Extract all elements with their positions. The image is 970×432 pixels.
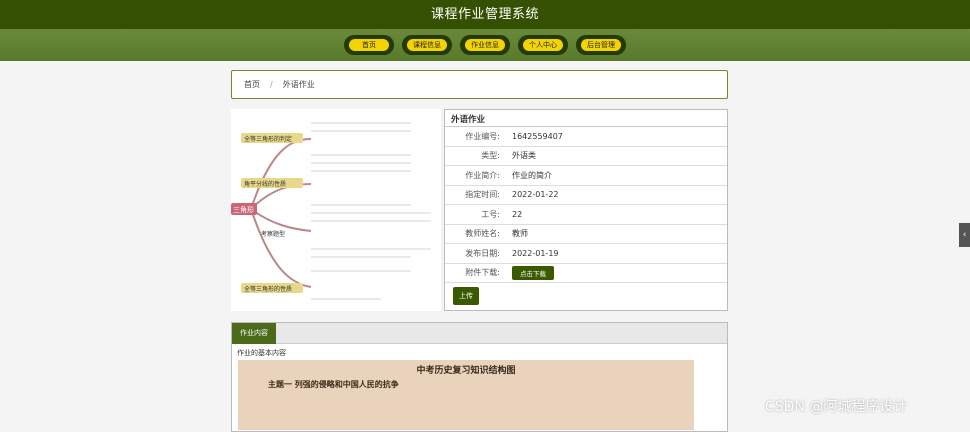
nav-course-info-label: 课程信息 [407, 39, 447, 51]
info-title: 外语作业 [445, 110, 727, 127]
nav-personal-center[interactable]: 个人中心 [518, 35, 568, 55]
side-toggle-button[interactable]: ‹ [959, 223, 970, 247]
info-key: 工号: [481, 209, 500, 219]
nav-personal-center-label: 个人中心 [523, 39, 563, 51]
breadcrumb-separator: / [270, 80, 273, 89]
nav-homework-info-label: 作业信息 [465, 39, 505, 51]
mindmap-branch-3: 考察题型 [261, 230, 285, 238]
mindmap-branch-2: 角平分线的性质 [244, 180, 286, 188]
info-row: 作业简介: 作业的简介 [445, 166, 727, 186]
info-key: 类型: [481, 151, 500, 161]
content-tab-bar: 作业内容 [232, 323, 727, 344]
info-key: 教师姓名: [465, 229, 500, 239]
upload-button[interactable]: 上传 [453, 287, 479, 305]
homework-cover-image: 三角形 全等三角形的判定 角平分线的性质 考察题型 全等三角形的性质 [231, 109, 441, 311]
nav-course-info[interactable]: 课程信息 [402, 35, 452, 55]
info-value: 2022-01-22 [512, 190, 559, 200]
info-row: 作业编号: 1642559407 [445, 127, 727, 147]
info-key: 作业简介: [465, 170, 500, 180]
info-value: 外语类 [512, 151, 536, 161]
tab-homework-content[interactable]: 作业内容 [232, 323, 276, 344]
info-row: 指定时间: 2022-01-22 [445, 186, 727, 205]
info-value: 1642559407 [512, 131, 563, 141]
main-nav: 首页 课程信息 作业信息 个人中心 后台管理 [0, 29, 970, 61]
attachment-row: 附件下载: 点击下载 [445, 264, 727, 283]
attachment-label: 附件下载: [465, 268, 500, 278]
breadcrumb: 首页 / 外语作业 [231, 70, 728, 99]
info-value: 22 [512, 209, 523, 219]
breadcrumb-current: 外语作业 [282, 80, 315, 89]
download-button[interactable]: 点击下载 [512, 265, 554, 280]
mindmap-branch-4: 全等三角形的性质 [244, 285, 292, 293]
mindmap-branch-1: 全等三角形的判定 [244, 135, 292, 143]
site-title: 课程作业管理系统 [430, 7, 539, 22]
homework-content-panel: 作业内容 作业的基本内容 中考历史复习知识结构图 主题一 列强的侵略和中国人民的… [231, 322, 728, 432]
info-key: 发布日期: [465, 248, 500, 258]
info-value: 2022-01-19 [512, 248, 559, 258]
nav-admin-label: 后台管理 [581, 39, 621, 51]
nav-homework-info[interactable]: 作业信息 [460, 35, 510, 55]
info-value: 作业的简介 [512, 170, 552, 180]
info-row: 类型: 外语类 [445, 147, 727, 166]
info-row: 教师姓名: 教师 [445, 225, 727, 244]
content-basic-text: 作业的基本内容 [237, 349, 286, 357]
mindmap-graphic: 三角形 全等三角形的判定 角平分线的性质 考察题型 全等三角形的性质 [231, 122, 431, 300]
homework-info-panel: 外语作业 作业编号: 1642559407 类型: 外语类 作业简介: 作业的简介 指… [444, 109, 728, 311]
nav-home-label: 首页 [349, 39, 389, 51]
site-header: 课程作业管理系统 [0, 0, 970, 29]
info-value: 教师 [512, 229, 528, 239]
breadcrumb-home[interactable]: 首页 [244, 79, 260, 90]
info-row: 发布日期: 2022-01-19 [445, 244, 727, 264]
homework-detail: 三角形 全等三角形的判定 角平分线的性质 考察题型 全等三角形的性质 外语作业 … [231, 109, 728, 311]
poster-title: 中考历史复习知识结构图 [416, 366, 516, 376]
info-row: 工号: 22 [445, 205, 727, 225]
info-key: 指定时间: [465, 190, 500, 200]
poster-subtitle: 主题一 列强的侵略和中国人民的抗争 [268, 380, 399, 389]
info-key: 作业编号: [465, 131, 500, 141]
nav-home[interactable]: 首页 [344, 35, 394, 55]
mindmap-center: 三角形 [233, 205, 254, 214]
watermark: CSDN @阿城程序设计 [765, 399, 908, 415]
content-poster-image: 中考历史复习知识结构图 主题一 列强的侵略和中国人民的抗争 [238, 360, 694, 430]
nav-admin[interactable]: 后台管理 [576, 35, 626, 55]
